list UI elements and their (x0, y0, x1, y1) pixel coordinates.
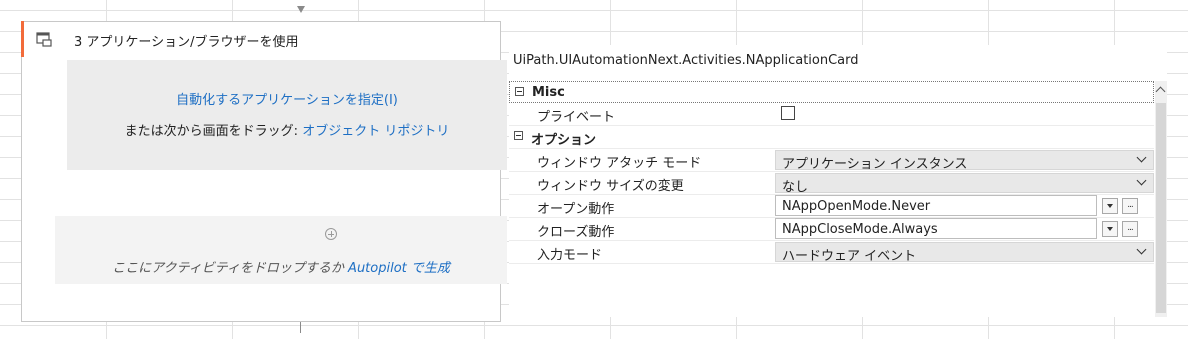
category-misc[interactable]: Misc (509, 81, 1154, 103)
property-row-private: プライベート (509, 103, 1154, 126)
close-behavior-ellipsis-button[interactable]: ... (1122, 221, 1138, 237)
property-row-window-attach-mode: ウィンドウ アタッチ モード アプリケーション インスタンス (509, 149, 1154, 172)
object-repository-link[interactable]: オブジェクト リポジトリ (302, 124, 449, 139)
property-label: ウィンドウ サイズの変更 (537, 179, 684, 194)
activity-class-name: UiPath.UIAutomationNext.Activities.NAppl… (513, 53, 859, 68)
drag-screen-line: または次から画面をドラッグ: オブジェクト リポジトリ (67, 120, 507, 139)
collapse-icon[interactable] (515, 87, 524, 96)
chevron-down-icon[interactable] (1136, 152, 1147, 163)
chevron-down-icon[interactable] (1136, 244, 1147, 255)
open-behavior-field[interactable]: NAppOpenMode.Never (775, 195, 1097, 216)
property-grid: Misc プライベート オプション ウィンドウ アタッチ モード アプリケーショ… (509, 81, 1154, 264)
flow-arrow-icon (297, 6, 305, 13)
ellipsis-icon: ... (1127, 223, 1134, 233)
scroll-thumb[interactable] (1156, 103, 1166, 313)
property-label: 入力モード (537, 248, 603, 263)
properties-panel: UiPath.UIAutomationNext.Activities.NAppl… (509, 45, 1167, 317)
dropdown-arrow-icon (1107, 204, 1113, 208)
property-row-open-behavior: オープン動作 NAppOpenMode.Never ... (509, 195, 1154, 218)
drop-zone-text: ここにアクティビティをドロップするか Autopilot で生成 (55, 257, 507, 276)
use-application-card[interactable]: 3 アプリケーション/ブラウザーを使用 自動化するアプリケーションを指定(I) … (21, 21, 507, 322)
dropdown-arrow-icon (1107, 227, 1113, 231)
card-title: 3 アプリケーション/ブラウザーを使用 (74, 35, 299, 50)
chevron-down-icon[interactable] (1136, 175, 1147, 186)
window-resize-select[interactable]: なし (775, 173, 1154, 195)
drop-activity-text: ここにアクティビティをドロップするか (112, 261, 349, 276)
property-row-window-resize: ウィンドウ サイズの変更 なし (509, 172, 1154, 195)
use-application-icon (36, 31, 52, 47)
private-checkbox[interactable] (781, 106, 795, 120)
scroll-up-icon[interactable] (1155, 86, 1166, 97)
input-mode-select[interactable]: ハードウェア イベント (775, 242, 1154, 264)
property-label: オープン動作 (537, 202, 615, 217)
close-behavior-dropdown-button[interactable] (1102, 221, 1118, 237)
indicate-application-link[interactable]: 自動化するアプリケーションを指定(I) (67, 89, 507, 108)
flow-connector (300, 321, 301, 333)
property-row-input-mode: 入力モード ハードウェア イベント (509, 241, 1154, 264)
property-label: プライベート (537, 110, 616, 125)
card-header[interactable]: 3 アプリケーション/ブラウザーを使用 (22, 22, 500, 56)
collapse-icon[interactable] (514, 131, 523, 140)
property-label: クローズ動作 (537, 225, 615, 240)
property-row-close-behavior: クローズ動作 NAppCloseMode.Always ... (509, 218, 1154, 241)
category-label: Misc (532, 85, 565, 100)
add-activity-plus-icon[interactable] (325, 228, 337, 240)
properties-scrollbar[interactable] (1155, 81, 1167, 317)
ellipsis-icon: ... (1127, 200, 1134, 210)
category-options[interactable]: オプション (509, 126, 1154, 149)
indicate-target-area: 自動化するアプリケーションを指定(I) または次から画面をドラッグ: オブジェク… (67, 60, 507, 170)
autopilot-generate-link[interactable]: Autopilot で生成 (348, 261, 450, 276)
open-behavior-ellipsis-button[interactable]: ... (1122, 198, 1138, 214)
open-behavior-dropdown-button[interactable] (1102, 198, 1118, 214)
category-label: オプション (531, 133, 597, 148)
window-attach-mode-select[interactable]: アプリケーション インスタンス (775, 150, 1154, 172)
activity-drop-zone[interactable]: ここにアクティビティをドロップするか Autopilot で生成 (55, 216, 507, 284)
drag-screen-text: または次から画面をドラッグ: (124, 124, 303, 139)
close-behavior-field[interactable]: NAppCloseMode.Always (775, 218, 1097, 239)
property-label: ウィンドウ アタッチ モード (537, 156, 702, 171)
